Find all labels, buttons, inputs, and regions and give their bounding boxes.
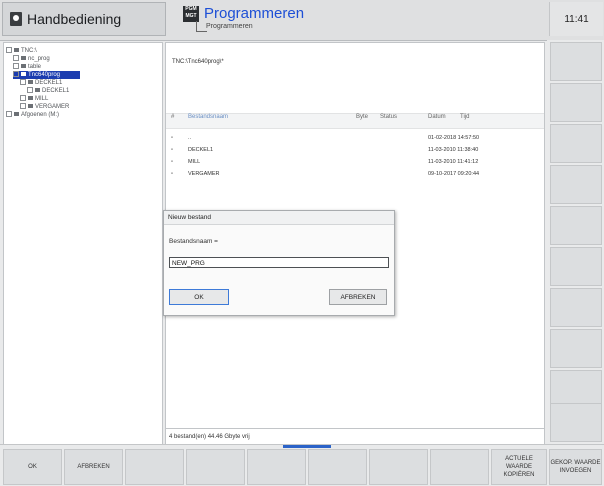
mode-programming[interactable]: PGM MGT Programmeren Programmeren [176,2,546,36]
header-bar: Handbediening PGM MGT Programmeren Progr… [0,0,604,41]
tree-item[interactable]: DECKEL1 [20,79,62,87]
status-column-header[interactable]: Status [380,114,397,120]
vertical-softkey-6[interactable] [550,247,602,286]
expand-icon[interactable] [27,87,33,94]
tree-item-selected[interactable]: Tnc640prog [13,71,81,79]
softkey-6[interactable] [308,449,367,485]
file-date: 11-03-2010 11:41:12 [428,159,479,165]
new-file-dialog: Nieuw bestand Bestandsnaam = NEW_PRG OK … [163,210,395,316]
drive-icon [14,112,19,117]
manual-mode-icon [10,12,22,26]
folder-icon [28,80,33,85]
current-path: TNC:\Tnc640prog\* [172,59,224,65]
file-list-header: # Bestandsnaam Byte Status Datum Tijd [166,113,544,129]
dialog-title: Nieuw bestand [164,211,394,225]
softkey-8[interactable] [430,449,489,485]
file-name: DECKEL1 [188,147,214,153]
time-column-header[interactable]: Tijd [460,114,469,120]
expand-icon[interactable] [13,71,19,78]
vertical-softkey-bar [547,40,604,444]
right-mode-subtitle: Programmeren [206,23,253,30]
file-row[interactable]: ▫ .. 01-02-2018 14:57:50 [166,132,544,144]
right-mode-title: Programmeren [204,5,305,22]
directory-tree[interactable]: TNC:\ nc_prog table Tnc640prog DECKEL1 D… [3,42,163,445]
file-date: 01-02-2018 14:57:50 [428,135,480,141]
folder-icon [28,96,33,101]
filename-label: Bestandsnaam = [169,238,218,245]
tree-item[interactable]: nc_prog [13,55,50,63]
vertical-softkey-7[interactable] [550,288,602,327]
vertical-softkey-3[interactable] [550,124,602,163]
file-date: 11-03-2010 11:38:40 [428,147,479,153]
expand-icon[interactable] [20,103,26,110]
softkey-insert-copied-value[interactable]: GEKOP. WAARDE INVOEGEN [549,449,602,485]
expand-icon[interactable] [13,63,19,70]
expand-icon[interactable] [6,47,12,54]
expand-icon[interactable] [6,111,12,118]
expand-icon[interactable] [13,55,19,62]
folder-icon: ▫ [171,135,173,141]
vertical-softkey-10[interactable] [550,403,602,442]
expand-icon[interactable] [20,79,26,86]
vertical-softkey-8[interactable] [550,329,602,368]
drive-icon [14,48,19,53]
folder-icon [35,88,40,93]
softkey-cancel[interactable]: AFBREKEN [64,449,123,485]
left-mode-title: Handbediening [27,11,122,27]
vertical-softkey-1[interactable] [550,42,602,81]
file-name: .. [188,135,192,141]
folder-icon: ▫ [171,147,173,153]
tree-item[interactable]: VERGAMER [20,103,69,111]
vertical-softkey-2[interactable] [550,83,602,122]
dialog-cancel-button[interactable]: AFBREKEN [329,289,387,305]
clock: 11:41 [549,2,603,36]
softkey-3[interactable] [125,449,184,485]
file-row[interactable]: ▫ VERGAMER 09-10-2017 09:20:44 [166,168,544,180]
softkey-copy-actual-value[interactable]: ACTUELE WAARDE KOPIËREN [491,449,547,485]
byte-column-header[interactable]: Byte [356,114,368,120]
dialog-ok-button[interactable]: OK [169,289,229,305]
tree-item[interactable]: table [13,63,41,71]
tree-item[interactable]: Afgoenen (M:) [6,111,59,119]
folder-icon [28,104,33,109]
softkey-4[interactable] [186,449,245,485]
tree-item[interactable]: TNC:\ [6,47,37,55]
vertical-softkey-4[interactable] [550,165,602,204]
tree-item[interactable]: DECKEL1 [27,87,69,95]
vertical-softkey-5[interactable] [550,206,602,245]
file-row[interactable]: ▫ DECKEL1 11-03-2010 11:38:40 [166,144,544,156]
folder-icon [21,56,26,61]
softkey-page-indicator [283,445,331,448]
file-name: VERGAMER [188,171,220,177]
folder-icon [21,64,26,69]
pgm-mgt-icon: PGM MGT [183,6,199,22]
file-name: MILL [188,159,201,165]
tree-item[interactable]: MILL [20,95,48,103]
expand-icon[interactable] [20,95,26,102]
date-column-header[interactable]: Datum [428,114,446,120]
type-column-header: # [171,114,175,120]
file-row[interactable]: ▫ MILL 11-03-2010 11:41:12 [166,156,544,168]
file-date: 09-10-2017 09:20:44 [428,171,480,177]
mode-manual-operation[interactable]: Handbediening [2,2,166,36]
softkey-7[interactable] [369,449,428,485]
folder-icon: ▫ [171,171,173,177]
horizontal-softkey-bar: OK AFBREKEN ACTUELE WAARDE KOPIËREN GEKO… [0,444,604,486]
softkey-5[interactable] [247,449,306,485]
folder-icon: ▫ [171,159,173,165]
status-bar: 4 bestand(en) 44.46 Gbyte vrij [166,428,544,444]
name-column-header[interactable]: Bestandsnaam [188,114,228,120]
softkey-ok[interactable]: OK [3,449,62,485]
filename-input[interactable]: NEW_PRG [169,257,389,268]
folder-icon [21,72,26,77]
